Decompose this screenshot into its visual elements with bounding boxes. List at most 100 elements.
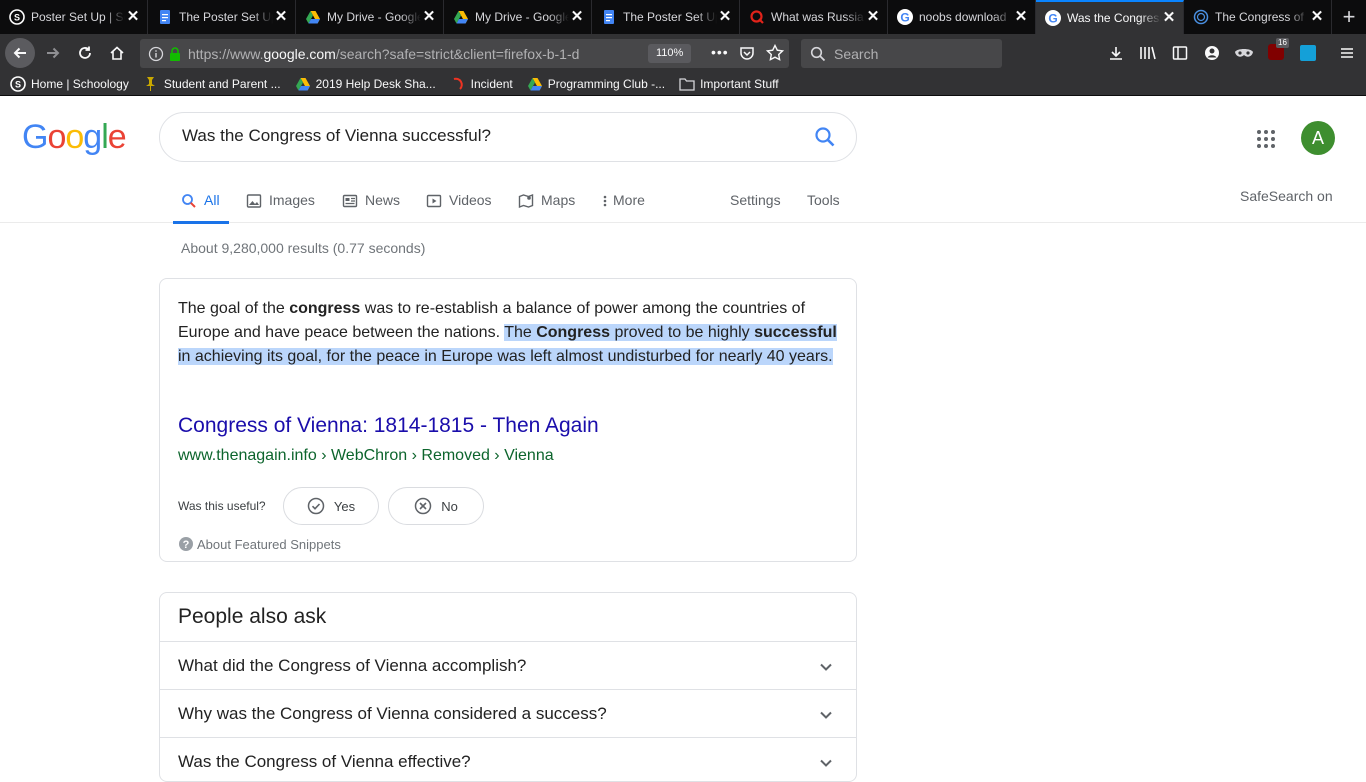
paa-question[interactable]: Why was the Congress of Vienna considere…	[160, 689, 856, 737]
google-icon: G	[897, 9, 913, 25]
google-logo[interactable]: Google	[22, 118, 127, 157]
tab-close-icon[interactable]: ✕	[421, 9, 437, 25]
private-mask-icon[interactable]	[1234, 45, 1254, 61]
svg-text:S: S	[15, 79, 21, 89]
url-bar[interactable]: https://www.google.com/search?safe=stric…	[140, 39, 789, 68]
safesearch-status[interactable]: SafeSearch on	[1240, 188, 1333, 204]
bookmark-schoology[interactable]: S Home | Schoology	[10, 75, 129, 92]
tab-images[interactable]: Images	[246, 192, 315, 223]
check-circle-icon	[307, 497, 325, 515]
tab-close-icon[interactable]: ✕	[717, 9, 733, 25]
browser-search-field[interactable]: Search	[801, 39, 1002, 68]
svg-text:G: G	[1048, 12, 1057, 26]
tab-close-icon[interactable]: ✕	[273, 9, 289, 25]
image-icon	[246, 194, 262, 208]
svg-text:S: S	[14, 13, 20, 23]
search-icon	[182, 194, 196, 208]
search-input[interactable]	[182, 126, 782, 146]
tab-congress-page[interactable]: The Congress of ✕	[1184, 0, 1332, 34]
page-actions-icon[interactable]: •••	[711, 44, 729, 60]
map-icon	[518, 193, 534, 209]
google-drive-icon	[527, 76, 543, 92]
tab-schoology-poster[interactable]: S Poster Set Up | Schoology ✕	[0, 0, 148, 34]
tab-videos[interactable]: Videos	[426, 192, 492, 223]
result-stats: About 9,280,000 results (0.77 seconds)	[181, 240, 426, 256]
tab-close-icon[interactable]: ✕	[125, 9, 141, 25]
tab-noobs[interactable]: G noobs download ✕	[888, 0, 1036, 34]
feedback-no-button[interactable]: No	[388, 487, 484, 525]
reload-button[interactable]	[69, 37, 101, 69]
google-search-page: Google A All Images News Videos	[0, 96, 1366, 782]
tab-news[interactable]: News	[342, 192, 400, 223]
news-icon	[342, 194, 358, 208]
cancel-circle-icon	[414, 497, 432, 515]
lock-icon[interactable]	[168, 46, 182, 62]
url-text[interactable]: https://www.google.com/search?safe=stric…	[188, 46, 628, 62]
library-icon[interactable]	[1139, 45, 1157, 61]
extension-icon[interactable]	[1300, 45, 1316, 61]
reload-icon	[79, 46, 91, 59]
home-button[interactable]	[101, 37, 133, 69]
menu-hamburger-icon[interactable]	[1339, 45, 1355, 61]
account-icon[interactable]	[1204, 45, 1220, 61]
new-tab-button[interactable]: +	[1332, 0, 1366, 34]
bookmark-incident[interactable]: Incident	[450, 76, 513, 92]
extension-badge: 16	[1276, 38, 1289, 48]
search-box[interactable]	[159, 112, 857, 162]
tab-close-icon[interactable]: ✕	[569, 9, 585, 25]
chevron-down-icon	[820, 663, 832, 671]
back-button[interactable]	[5, 38, 35, 68]
tab-poster-doc[interactable]: The Poster Set Up - Google Docs ✕	[148, 0, 296, 34]
folder-icon	[679, 76, 695, 92]
schoology-icon: S	[9, 9, 25, 25]
sidebar-icon[interactable]	[1172, 45, 1188, 61]
tab-close-icon[interactable]: ✕	[1013, 9, 1029, 25]
quizlet-icon	[749, 9, 765, 25]
tab-all[interactable]: All	[173, 192, 229, 224]
tab-russia[interactable]: What was Russia ✕	[740, 0, 888, 34]
ublock-icon[interactable]: 16	[1268, 38, 1289, 60]
paa-question[interactable]: Was the Congress of Vienna effective?	[160, 737, 856, 781]
featured-snippet: The goal of the congress was to re-estab…	[159, 278, 857, 562]
tab-tools[interactable]: Tools	[807, 192, 840, 223]
tab-congress-search[interactable]: G Was the Congress ✕	[1036, 0, 1184, 34]
google-drive-icon	[453, 9, 469, 25]
bookmark-important-stuff[interactable]: Important Stuff	[679, 76, 779, 92]
bookmark-student-parent[interactable]: Student and Parent ...	[143, 76, 281, 92]
feedback-question: Was this useful?	[178, 499, 266, 513]
apps-grid-icon[interactable]	[1256, 129, 1276, 149]
tab-poster-doc-2[interactable]: The Poster Set Up - Google Docs ✕	[592, 0, 740, 34]
tab-my-drive-1[interactable]: My Drive - Google Drive ✕	[296, 0, 444, 34]
tab-strip: S Poster Set Up | Schoology ✕ The Poster…	[0, 0, 1366, 34]
tab-my-drive-2[interactable]: My Drive - Google Drive ✕	[444, 0, 592, 34]
zoom-level-badge[interactable]: 110%	[648, 44, 692, 63]
about-featured-snippets-link[interactable]: ? About Featured Snippets	[178, 536, 341, 552]
snippet-source-link[interactable]: Congress of Vienna: 1814-1815 - Then Aga…	[178, 414, 599, 438]
snippet-text: The goal of the congress was to re-estab…	[178, 300, 837, 365]
chevron-down-icon	[820, 711, 832, 719]
tab-close-icon[interactable]: ✕	[865, 9, 881, 25]
tab-close-icon[interactable]: ✕	[1309, 9, 1325, 25]
search-icon[interactable]	[814, 126, 836, 148]
google-drive-icon	[305, 9, 321, 25]
account-avatar[interactable]: A	[1301, 121, 1335, 155]
navigation-toolbar: https://www.google.com/search?safe=stric…	[0, 34, 1366, 72]
pin-icon	[143, 76, 159, 92]
search-nav-tabs: All Images News Videos Maps More Setting…	[0, 192, 1366, 224]
bookmark-help-desk[interactable]: 2019 Help Desk Sha...	[295, 76, 436, 92]
tab-maps[interactable]: Maps	[518, 192, 575, 223]
paa-question[interactable]: What did the Congress of Vienna accompli…	[160, 641, 856, 689]
bookmark-star-icon[interactable]	[766, 44, 784, 62]
bookmark-programming-club[interactable]: Programming Club -...	[527, 76, 665, 92]
video-icon	[426, 194, 442, 208]
tab-settings[interactable]: Settings	[730, 192, 781, 223]
feedback-yes-button[interactable]: Yes	[283, 487, 379, 525]
tab-close-icon[interactable]: ✕	[1161, 10, 1177, 26]
info-icon[interactable]	[148, 46, 164, 62]
download-icon[interactable]	[1108, 45, 1124, 61]
google-docs-icon	[157, 9, 173, 25]
forward-button[interactable]	[37, 37, 69, 69]
tab-more[interactable]: More	[602, 192, 645, 223]
incident-icon	[450, 76, 466, 92]
pocket-icon[interactable]	[739, 45, 755, 61]
